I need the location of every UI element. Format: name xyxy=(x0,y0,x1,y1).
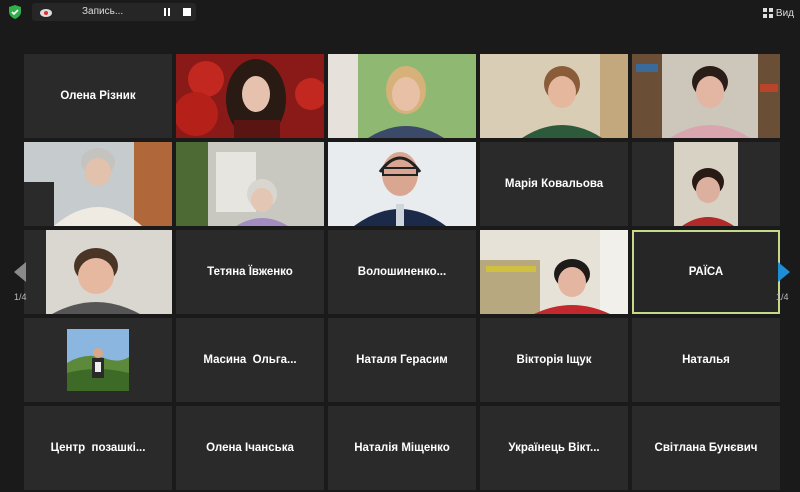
video-feed-image xyxy=(176,54,324,138)
recording-label: Запись... xyxy=(82,6,124,17)
participant-name: Українець Вікт... xyxy=(508,442,600,454)
video-feed-image xyxy=(328,54,476,138)
gallery-grid: Олена Різник Марія Ковальова Тетяна Ївже… xyxy=(24,54,780,490)
participant-tile[interactable] xyxy=(24,318,172,402)
video-feed-image xyxy=(24,142,172,226)
participant-video[interactable] xyxy=(328,54,476,138)
participant-video[interactable] xyxy=(176,54,324,138)
page-indicator-left: 1/4 xyxy=(14,292,27,302)
participant-name: Вікторія Іщук xyxy=(516,354,592,366)
grid-view-icon xyxy=(762,8,773,18)
participant-tile[interactable]: Тетяна Ївженко xyxy=(176,230,324,314)
stop-recording-button[interactable] xyxy=(182,7,192,17)
participant-name: Марія Ковальова xyxy=(504,178,604,190)
participant-tile[interactable]: Українець Вікт... xyxy=(480,406,628,490)
participant-video[interactable] xyxy=(480,230,628,314)
participant-video[interactable] xyxy=(632,54,780,138)
participant-name: Олена Різник xyxy=(60,90,136,102)
chevron-right-icon xyxy=(778,262,790,282)
participant-tile[interactable]: Олена Ічанська xyxy=(176,406,324,490)
participant-video[interactable] xyxy=(176,142,324,226)
participant-video[interactable] xyxy=(24,142,172,226)
view-button[interactable]: Вид xyxy=(762,6,794,20)
participant-tile[interactable]: Наталя Герасим xyxy=(328,318,476,402)
recording-indicator: Запись... xyxy=(32,3,196,21)
participant-name: Волошиненко... xyxy=(357,266,447,278)
participant-name: РАЇСА xyxy=(688,266,724,278)
participant-name: Світлана Бунєвич xyxy=(654,442,758,454)
participant-video[interactable] xyxy=(632,142,780,226)
participant-name: Олена Ічанська xyxy=(206,442,294,454)
video-feed-image xyxy=(632,142,780,226)
profile-picture xyxy=(67,329,129,391)
participant-tile[interactable]: Центр позашкі... xyxy=(24,406,172,490)
participant-video[interactable] xyxy=(480,54,628,138)
cloud-record-icon xyxy=(40,9,52,17)
participant-tile[interactable]: Олена Різник xyxy=(24,54,172,138)
video-feed-image xyxy=(480,230,628,314)
participant-name: Наталія Міщенко xyxy=(354,442,450,454)
security-shield-icon[interactable] xyxy=(8,5,22,19)
participant-name: Тетяна Ївженко xyxy=(207,266,293,278)
participant-tile[interactable]: Наталія Міщенко xyxy=(328,406,476,490)
participant-tile[interactable]: Масина Ольга... xyxy=(176,318,324,402)
video-feed-image xyxy=(632,54,780,138)
participant-tile[interactable]: Наталья xyxy=(632,318,780,402)
video-feed-image xyxy=(176,142,324,226)
participant-name: Масина Ольга... xyxy=(203,354,297,366)
participant-name: Наталя Герасим xyxy=(356,354,448,366)
page-indicator-right: 1/4 xyxy=(776,292,789,302)
video-feed-image xyxy=(328,142,476,226)
participant-video[interactable] xyxy=(328,142,476,226)
view-label: Вид xyxy=(775,7,794,19)
participant-tile[interactable]: Волошиненко... xyxy=(328,230,476,314)
video-feed-image xyxy=(480,54,628,138)
participant-tile[interactable]: Світлана Бунєвич xyxy=(632,406,780,490)
active-speaker-tile[interactable]: РАЇСА xyxy=(632,230,780,314)
participant-name: Наталья xyxy=(682,354,730,366)
meeting-top-bar: Запись... Вид xyxy=(0,0,800,24)
participant-tile[interactable]: Марія Ковальова xyxy=(480,142,628,226)
video-feed-image xyxy=(24,230,172,314)
participant-name: Центр позашкі... xyxy=(50,442,146,454)
participant-tile[interactable]: Вікторія Іщук xyxy=(480,318,628,402)
chevron-left-icon xyxy=(14,262,26,282)
participant-video[interactable] xyxy=(24,230,172,314)
pause-recording-button[interactable] xyxy=(162,7,172,17)
